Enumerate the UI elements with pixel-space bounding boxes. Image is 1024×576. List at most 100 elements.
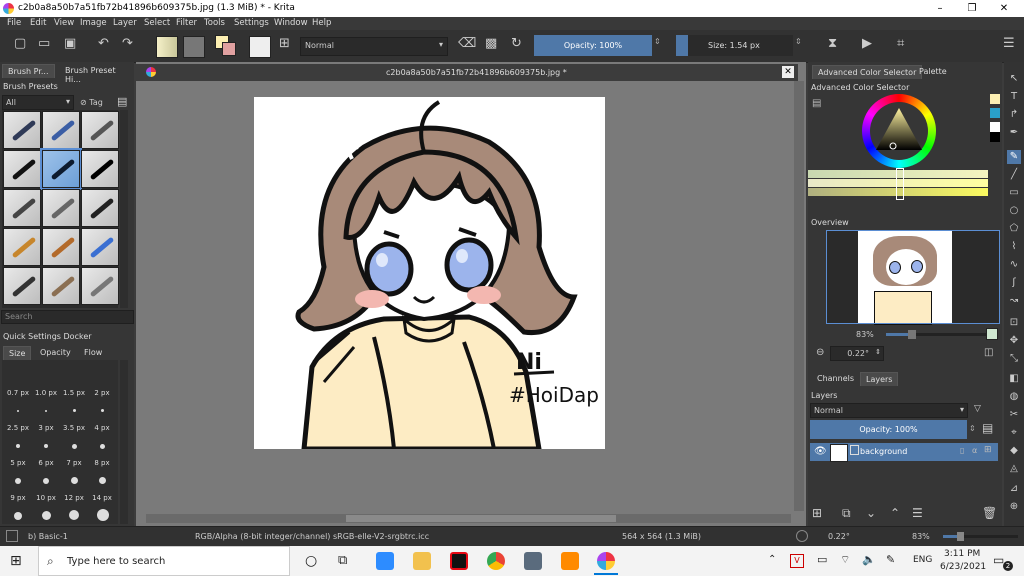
canvas-horizontal-scroll-thumb[interactable] — [346, 515, 616, 522]
rotate-icon[interactable]: ⊖ — [816, 347, 824, 358]
size-option[interactable]: 1.0 px — [32, 389, 60, 397]
size-option[interactable]: 2 px — [88, 389, 116, 397]
brush-preset-9[interactable] — [81, 189, 119, 227]
close-window-button[interactable]: ✕ — [988, 0, 1020, 17]
brush-preset-15[interactable] — [81, 267, 119, 305]
colorize-tool-icon[interactable]: ◍ — [1007, 390, 1021, 404]
qs-tab-opacity[interactable]: Opacity — [35, 346, 76, 359]
brush-preset-12[interactable] — [81, 228, 119, 266]
reload-preset-icon[interactable]: ↻ — [511, 36, 522, 51]
pen-workspace-icon[interactable]: ✎ — [886, 553, 895, 566]
edit-shapes-tool-icon[interactable]: ↱ — [1007, 108, 1021, 122]
background-color-swatch[interactable] — [222, 42, 236, 56]
move-layer-down-icon[interactable]: ⌄ — [866, 506, 876, 520]
color-history-swatch[interactable] — [990, 94, 1000, 104]
eraser-icon[interactable]: ⌫ — [458, 36, 476, 51]
eye-icon[interactable]: 👁 — [814, 446, 827, 457]
freehand-path-tool-icon[interactable]: ʃ — [1007, 276, 1021, 290]
tab-layers[interactable]: Layers — [860, 372, 899, 386]
mirror-view-icon[interactable]: ◫ — [984, 347, 993, 358]
polyline-tool-icon[interactable]: ⌇ — [1007, 240, 1021, 254]
overview-toggle-icon[interactable] — [986, 328, 998, 340]
size-slider[interactable]: Size: 1.54 px — [676, 35, 793, 56]
wifi-icon[interactable]: ⌔ — [840, 553, 850, 567]
size-option[interactable]: 14 px — [88, 494, 116, 502]
tab-palette[interactable]: Palette — [914, 65, 952, 78]
crop-tool-icon[interactable]: ⊡ — [1007, 316, 1021, 330]
brush-preset-5-selected[interactable] — [40, 148, 82, 190]
volume-icon[interactable]: 🔈 — [862, 553, 876, 566]
file-explorer-icon[interactable] — [413, 552, 431, 570]
menu-image[interactable]: Image — [80, 18, 107, 28]
polygon-tool-icon[interactable]: ⬠ — [1007, 222, 1021, 236]
color-slider-handle[interactable] — [896, 168, 904, 200]
eyedropper-tool-icon[interactable]: ⌖ — [1007, 426, 1021, 440]
tab-channels[interactable]: Channels — [812, 372, 859, 385]
preset-filter-select[interactable]: All ▾ — [2, 95, 74, 110]
quick-settings-scrollbar[interactable] — [120, 360, 128, 524]
menu-file[interactable]: File — [7, 18, 21, 28]
krita-taskbar-icon[interactable] — [597, 552, 615, 570]
clock-date[interactable]: 6/23/2021 — [940, 562, 986, 572]
assistant-tool-icon[interactable]: ◬ — [1007, 462, 1021, 476]
preset-view-options-icon[interactable]: ▤ — [117, 95, 127, 108]
layer-properties-icon[interactable]: ⊞ — [984, 445, 992, 455]
opacity-spin-icon[interactable]: ⇕ — [654, 37, 661, 46]
task-view-icon[interactable]: ⧉ — [338, 553, 347, 568]
freehand-brush-tool-icon[interactable]: ✎ — [1007, 150, 1021, 164]
brush-preset-11[interactable] — [42, 228, 80, 266]
mirror-vertical-icon[interactable]: ▶ — [862, 36, 872, 51]
menu-view[interactable]: View — [54, 18, 74, 28]
layer-blend-select[interactable]: Normal ▾ — [810, 403, 968, 418]
brush-preset-6[interactable] — [81, 150, 119, 188]
tag-button[interactable]: ⊘ Tag — [80, 98, 103, 107]
tray-chevron-up-icon[interactable]: ⌃ — [768, 554, 776, 565]
dynamic-brush-tool-icon[interactable]: ↝ — [1007, 294, 1021, 308]
line-tool-icon[interactable]: ╱ — [1007, 168, 1021, 182]
delete-layer-icon[interactable]: 🗑 — [982, 506, 997, 520]
measure-tool-icon[interactable]: ⊿ — [1007, 482, 1021, 496]
tab-advanced-color-selector[interactable]: Advanced Color Selector — [812, 65, 923, 79]
size-option[interactable]: 9 px — [4, 494, 32, 502]
layer-opacity-spin-icon[interactable]: ⇕ — [969, 424, 976, 433]
hue-ring[interactable] — [862, 94, 936, 168]
menu-window[interactable]: Window — [274, 18, 308, 28]
layer-opacity-slider[interactable]: Opacity: 100% — [810, 420, 967, 439]
layer-properties-button-icon[interactable]: ☰ — [912, 506, 923, 520]
size-option[interactable]: 5 px — [4, 459, 32, 467]
brush-preset-1[interactable] — [3, 111, 41, 149]
canvas-horizontal-scrollbar[interactable] — [146, 514, 791, 523]
color-history-swatch[interactable] — [990, 122, 1000, 132]
chrome-icon[interactable] — [487, 552, 505, 570]
size-option[interactable]: 3.5 px — [60, 424, 88, 432]
brush-preset-button[interactable] — [249, 36, 271, 58]
tab-brush-presets[interactable]: Brush Pr... — [2, 64, 55, 78]
rotation-status-icon[interactable] — [796, 530, 808, 542]
tray-vivaldi-icon[interactable]: V — [790, 554, 804, 568]
transform-tool-icon[interactable]: ⤡ — [1007, 352, 1021, 366]
status-zoom-slider[interactable] — [943, 532, 1018, 541]
size-option[interactable]: 4 px — [88, 424, 116, 432]
maximize-button[interactable]: ❐ — [956, 0, 988, 17]
opacity-slider[interactable]: Opacity: 100% — [534, 35, 652, 56]
brush-preset-13[interactable] — [3, 267, 41, 305]
windows-start-icon[interactable]: ⊞ — [10, 553, 22, 569]
brush-preset-7[interactable] — [3, 189, 41, 227]
size-option[interactable]: 3 px — [32, 424, 60, 432]
brush-preset-8[interactable] — [42, 189, 80, 227]
alpha-lock-icon[interactable]: ▩ — [485, 36, 497, 51]
overview-panel[interactable] — [826, 230, 1000, 325]
zoom-tool-icon[interactable]: ⊕ — [1007, 500, 1021, 514]
open-document-icon[interactable]: ▭ — [38, 36, 50, 51]
cortana-icon[interactable]: ○ — [305, 553, 317, 569]
menu-filter[interactable]: Filter — [176, 18, 197, 28]
smart-patch-tool-icon[interactable]: ✂ — [1007, 408, 1021, 422]
brush-preset-10[interactable] — [3, 228, 41, 266]
brush-preset-4[interactable] — [3, 150, 41, 188]
bezier-tool-icon[interactable]: ∿ — [1007, 258, 1021, 272]
workspace-icon[interactable]: ⊞ — [279, 36, 290, 51]
brush-preset-2[interactable] — [42, 111, 80, 149]
menu-tools[interactable]: Tools — [204, 18, 225, 28]
size-option[interactable]: 0.7 px — [4, 389, 32, 397]
menu-select[interactable]: Select — [144, 18, 170, 28]
